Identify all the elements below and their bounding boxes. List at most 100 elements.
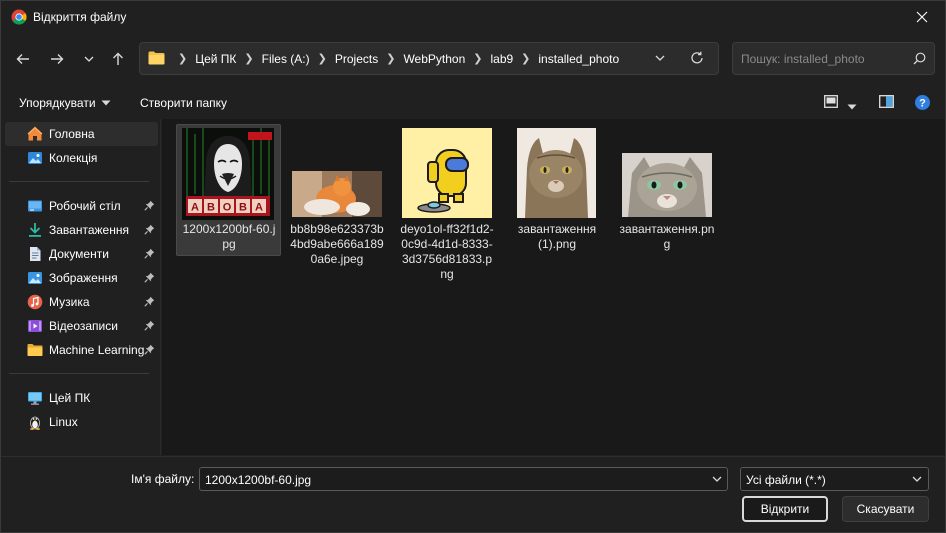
documents-icon bbox=[30, 247, 41, 261]
search-input[interactable] bbox=[741, 50, 911, 68]
file-name: bb8b98e623373b4bd9abe666a1890a6e.jpeg bbox=[290, 222, 384, 266]
sidebar-item-linux[interactable]: Linux bbox=[5, 410, 158, 434]
recent-locations-button[interactable] bbox=[75, 45, 103, 73]
breadcrumb-item[interactable]: WebPython bbox=[403, 52, 465, 66]
sidebar-item-label: Головна bbox=[49, 127, 95, 141]
pin-icon bbox=[144, 320, 155, 331]
up-button[interactable] bbox=[104, 45, 132, 73]
sidebar-item-label: Цей ПК bbox=[49, 391, 91, 405]
pin-icon bbox=[144, 344, 155, 355]
file-thumbnail bbox=[402, 128, 492, 218]
pin-icon bbox=[144, 200, 155, 211]
thumb-letter: A bbox=[255, 202, 263, 214]
sidebar-item-label: Linux bbox=[49, 415, 78, 429]
organize-button[interactable]: Упорядкувати bbox=[19, 96, 111, 110]
change-view-button[interactable] bbox=[824, 95, 838, 111]
file-item[interactable]: завантаження (1).png bbox=[505, 124, 609, 259]
file-thumbnail: ABOBA bbox=[182, 128, 274, 220]
back-button[interactable] bbox=[9, 45, 37, 73]
preview-pane-icon bbox=[879, 95, 894, 108]
breadcrumb-item[interactable]: lab9 bbox=[490, 52, 513, 66]
sidebar-item-documents[interactable]: Документи bbox=[5, 242, 158, 266]
breadcrumb-item[interactable]: installed_photo bbox=[538, 52, 619, 66]
sidebar-item-machine-learning[interactable]: Machine Learning bbox=[5, 338, 158, 362]
file-name: завантаження.png bbox=[619, 222, 715, 251]
sidebar-divider bbox=[9, 373, 149, 374]
sidebar-item-videos[interactable]: Відеозаписи bbox=[5, 314, 158, 338]
file-type-filter[interactable]: Усі файли (*.*) bbox=[740, 467, 929, 491]
open-button[interactable]: Відкрити bbox=[742, 496, 828, 522]
organize-label: Упорядкувати bbox=[19, 96, 96, 110]
sidebar-item-label: Музика bbox=[49, 295, 90, 309]
sidebar-item-label: Завантаження bbox=[49, 223, 129, 237]
thumb-letter: A bbox=[191, 202, 199, 214]
title-bar: Відкриття файлу bbox=[1, 1, 945, 33]
refresh-icon[interactable] bbox=[690, 51, 704, 65]
file-list: ABOBA 1200x1200bf-60.jpg bb8b98e623373b4… bbox=[162, 119, 945, 455]
view-icon bbox=[824, 95, 838, 108]
sidebar-item-label: Machine Learning bbox=[49, 343, 145, 357]
sidebar-divider bbox=[9, 181, 149, 182]
pictures-icon bbox=[28, 272, 42, 284]
sidebar-item-downloads[interactable]: Завантаження bbox=[5, 218, 158, 242]
sidebar-item-gallery[interactable]: Колекція bbox=[5, 146, 158, 170]
new-folder-button[interactable]: Створити папку bbox=[140, 96, 227, 110]
breadcrumb-separator-icon[interactable]: ❯ bbox=[244, 52, 253, 65]
sidebar-item-pictures[interactable]: Зображення bbox=[5, 266, 158, 290]
file-item[interactable]: bb8b98e623373b4bd9abe666a1890a6e.jpeg bbox=[285, 124, 389, 274]
navigation-pane: Головна Колекція Робочий стіл Завантажен… bbox=[1, 119, 161, 455]
breadcrumb-separator-icon[interactable]: ❯ bbox=[386, 52, 395, 65]
breadcrumb-separator-icon[interactable]: ❯ bbox=[521, 52, 530, 65]
pin-icon bbox=[144, 248, 155, 259]
chevron-down-icon[interactable] bbox=[711, 473, 723, 485]
sidebar-item-home[interactable]: Головна bbox=[5, 122, 158, 146]
address-bar[interactable]: ❯ Цей ПК ❯ Files (A:) ❯ Projects ❯ WebPython ❯ la… bbox=[139, 42, 719, 75]
file-thumbnail bbox=[292, 171, 382, 217]
cancel-button[interactable]: Скасувати bbox=[842, 496, 929, 522]
sidebar-item-label: Колекція bbox=[49, 151, 98, 165]
sidebar-item-music[interactable]: Музика bbox=[5, 290, 158, 314]
file-name: завантаження (1).png bbox=[517, 222, 597, 251]
sidebar-item-label: Зображення bbox=[49, 271, 118, 285]
breadcrumb-separator-icon[interactable]: ❯ bbox=[473, 52, 482, 65]
breadcrumb-item[interactable]: Files (A:) bbox=[262, 52, 310, 66]
help-button[interactable]: ? bbox=[915, 95, 930, 113]
view-options-button[interactable] bbox=[847, 99, 857, 113]
chrome-icon bbox=[11, 9, 27, 25]
breadcrumb-item[interactable]: Цей ПК bbox=[195, 52, 236, 66]
breadcrumb-separator-icon[interactable]: ❯ bbox=[178, 52, 187, 65]
music-icon bbox=[27, 294, 43, 310]
linux-icon bbox=[30, 416, 40, 430]
file-thumbnail bbox=[517, 128, 596, 218]
close-icon bbox=[916, 11, 928, 23]
chevron-down-icon bbox=[912, 476, 922, 482]
chevron-down-icon bbox=[84, 56, 94, 62]
sidebar-item-this-pc[interactable]: Цей ПК bbox=[5, 386, 158, 410]
thumb-letter: O bbox=[223, 202, 232, 214]
file-thumbnail bbox=[622, 153, 712, 217]
file-item[interactable]: завантаження.png bbox=[615, 124, 719, 259]
breadcrumb-item[interactable]: Projects bbox=[335, 52, 378, 66]
breadcrumb-separator-icon[interactable]: ❯ bbox=[318, 52, 327, 65]
file-item[interactable]: deyo1ol-ff32f1d2-0c9d-4d1d-8333-3d3756d8… bbox=[395, 124, 499, 289]
pin-icon bbox=[144, 272, 155, 283]
desktop-icon bbox=[28, 200, 42, 212]
thumb-letter: B bbox=[239, 202, 247, 214]
help-icon: ? bbox=[915, 95, 930, 110]
search-icon bbox=[913, 52, 926, 65]
file-item[interactable]: ABOBA 1200x1200bf-60.jpg bbox=[176, 124, 281, 256]
preview-pane-button[interactable] bbox=[879, 95, 894, 111]
filename-value: 1200x1200bf-60.jpg bbox=[205, 473, 312, 487]
sidebar-item-label: Відеозаписи bbox=[49, 319, 118, 333]
videos-icon bbox=[28, 320, 42, 332]
file-open-dialog: Відкриття файлу ❯ Цей ПК ❯ Files (A:) ❯ Proje… bbox=[0, 0, 946, 533]
address-dropdown-icon[interactable] bbox=[654, 52, 666, 64]
sidebar-item-desktop[interactable]: Робочий стіл bbox=[5, 194, 158, 218]
folder-icon bbox=[148, 51, 165, 65]
arrow-right-icon bbox=[51, 54, 64, 64]
forward-button[interactable] bbox=[43, 45, 71, 73]
close-button[interactable] bbox=[899, 1, 945, 33]
search-box[interactable] bbox=[732, 42, 935, 75]
filename-field[interactable]: 1200x1200bf-60.jpg bbox=[199, 467, 728, 491]
caret-down-icon bbox=[101, 100, 111, 106]
